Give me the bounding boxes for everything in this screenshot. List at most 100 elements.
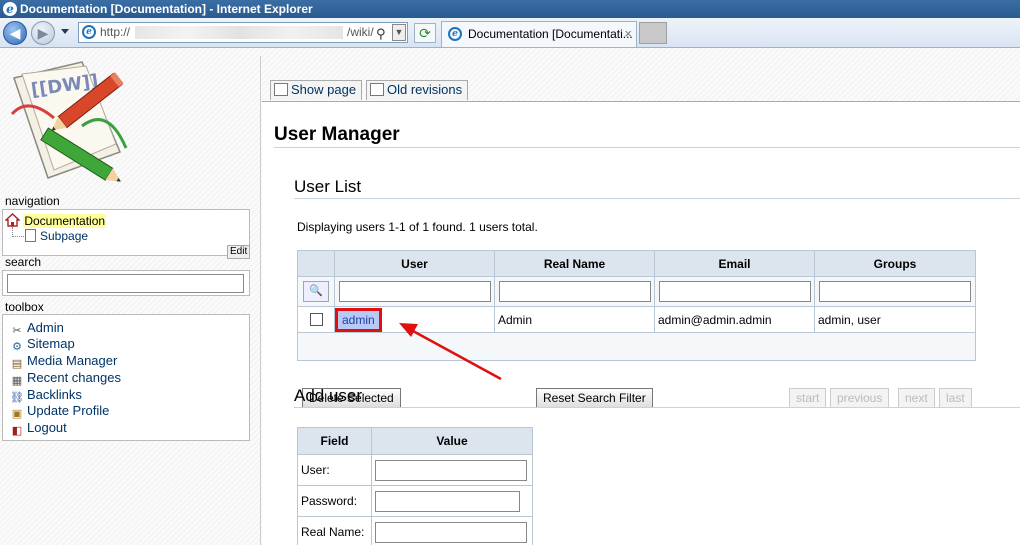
profile-icon: ▣ [11, 408, 23, 420]
search-box [2, 270, 250, 296]
search-input[interactable] [7, 274, 244, 293]
form-row-real-name: Real Name: [297, 516, 533, 545]
filter-groups-input[interactable] [819, 281, 971, 302]
forward-button[interactable]: ▶ [31, 21, 55, 45]
navigation-box: Documentation Subpage [2, 209, 250, 256]
cell-real-name: Admin [494, 306, 655, 333]
column-header-real-name[interactable]: Real Name [494, 250, 655, 277]
user-list-table: User Real Name Email Groups 🔍 admin Admi… [297, 250, 976, 361]
old-revisions-icon [370, 83, 384, 96]
page-area: [[DW]] navigation Documentation Subpage [0, 48, 1020, 545]
tab-show-page[interactable]: Show page [270, 80, 363, 100]
nav-item-subpage[interactable]: Subpage [25, 229, 88, 243]
tab-label: Show page [291, 82, 357, 97]
toolbox-box: ✂ Admin ⚙ Sitemap ▤ Media Manager ▦ Recent c… [2, 314, 250, 441]
column-header-value: Value [371, 427, 533, 455]
toolbox-item-label: Admin [27, 320, 64, 335]
last-button[interactable]: last [939, 388, 972, 408]
column-header-email[interactable]: Email [654, 250, 815, 277]
toolbox-item-logout[interactable]: ◧ Logout [10, 420, 67, 438]
toolbox-item-label: Sitemap [27, 336, 75, 351]
recent-pages-dropdown-icon[interactable] [61, 29, 69, 34]
navigation-heading: navigation [5, 194, 60, 208]
row-select-checkbox[interactable] [309, 313, 323, 326]
tab-close-icon[interactable]: × [624, 22, 632, 46]
reset-search-filter-button[interactable]: Reset Search Filter [536, 388, 653, 408]
main-content: User Manager User List Displaying users … [262, 101, 1020, 545]
cell-groups: admin, user [814, 306, 976, 333]
tab-label: Old revisions [387, 82, 463, 97]
cell-email: admin@admin.admin [654, 306, 815, 333]
window-title: Documentation [Documentation] - Internet… [20, 2, 313, 16]
user-count-info: Displaying users 1-1 of 1 found. 1 users… [297, 220, 538, 234]
toolbox-item-label: Logout [27, 420, 67, 435]
media-icon: ▤ [11, 358, 23, 370]
nav-item-label: Documentation [23, 214, 107, 228]
page-favicon-icon: e [82, 25, 96, 39]
user-input[interactable] [375, 459, 527, 481]
password-input[interactable] [375, 490, 520, 512]
field-label-real-name: Real Name: [297, 516, 372, 545]
page-icon [25, 229, 36, 242]
add-user-table: Field Value User: Password: Real Name: [297, 427, 533, 545]
tab-title: Documentation [Documentati... [468, 27, 633, 41]
toolbox-item-label: Media Manager [27, 353, 118, 368]
search-filter-button[interactable]: 🔍 [303, 281, 329, 302]
start-button[interactable]: start [789, 388, 827, 408]
url-prefix: http:// [100, 25, 131, 39]
address-bar[interactable]: e http:// /wiki/ ⚲ ▼ [78, 22, 408, 43]
user-list-heading: User List [294, 177, 362, 196]
toolbox-item-label: Recent changes [27, 370, 121, 385]
address-search-icon[interactable]: ⚲ [376, 24, 386, 43]
field-label-user: User: [297, 454, 372, 486]
filter-real-name-input[interactable] [498, 281, 651, 302]
nav-item-documentation[interactable]: Documentation [5, 213, 107, 228]
toolbox-item-update-profile[interactable]: ▣ Update Profile [10, 403, 110, 421]
real-name-input[interactable] [375, 521, 527, 543]
new-tab-button[interactable] [639, 22, 667, 44]
window-titlebar: e Documentation [Documentation] - Intern… [0, 0, 1020, 18]
next-button[interactable]: next [898, 388, 935, 408]
page-title: User Manager [274, 124, 400, 145]
toolbox-heading: toolbox [5, 300, 44, 314]
form-row-user: User: [297, 454, 533, 486]
dokuwiki-logo-icon: [[DW]] [10, 61, 128, 182]
logout-icon: ◧ [11, 425, 23, 437]
tab-old-revisions[interactable]: Old revisions [366, 80, 469, 100]
address-dropdown-icon[interactable]: ▼ [392, 24, 406, 41]
table-row: admin Admin admin@admin.admin admin, use… [297, 306, 976, 333]
tree-connector [12, 227, 24, 237]
browser-tab[interactable]: e Documentation [Documentati... × [441, 21, 637, 47]
toolbox-item-recent-changes[interactable]: ▦ Recent changes [10, 370, 121, 388]
home-icon [5, 213, 20, 227]
tab-favicon-icon: e [448, 27, 462, 41]
user-list-underline [294, 198, 1020, 199]
back-button[interactable]: ◀ [3, 21, 27, 45]
actions-row [297, 332, 976, 361]
add-user-heading: Add user [294, 386, 363, 405]
column-header-groups[interactable]: Groups [814, 250, 976, 277]
user-link-admin[interactable]: admin [335, 307, 382, 332]
select-column-header [297, 250, 335, 277]
ie-logo-icon: e [3, 2, 17, 16]
previous-button[interactable]: previous [830, 388, 890, 408]
column-header-field: Field [297, 427, 372, 455]
show-page-icon [274, 83, 288, 96]
title-underline [274, 147, 1020, 148]
browser-toolbar: ◀ ▶ e http:// /wiki/ ⚲ ▼ ⟳ e Documentati… [0, 18, 1020, 48]
url-suffix: /wiki/ [347, 25, 374, 39]
add-user-underline [294, 407, 1020, 408]
toolbox-item-media-manager[interactable]: ▤ Media Manager [10, 353, 118, 371]
nav-item-label: Subpage [40, 229, 89, 243]
edit-sidebar-button[interactable]: Edit [227, 245, 251, 259]
column-header-user[interactable]: User [334, 250, 495, 277]
toolbox-item-label: Update Profile [27, 403, 110, 418]
filter-email-input[interactable] [658, 281, 811, 302]
search-heading: search [5, 255, 42, 269]
toolbox-item-sitemap[interactable]: ⚙ Sitemap [10, 336, 75, 354]
filter-user-input[interactable] [338, 281, 491, 302]
form-row-password: Password: [297, 485, 533, 517]
refresh-button[interactable]: ⟳ [414, 23, 436, 43]
sidebar-divider [260, 56, 261, 545]
filter-row: 🔍 [297, 276, 976, 307]
